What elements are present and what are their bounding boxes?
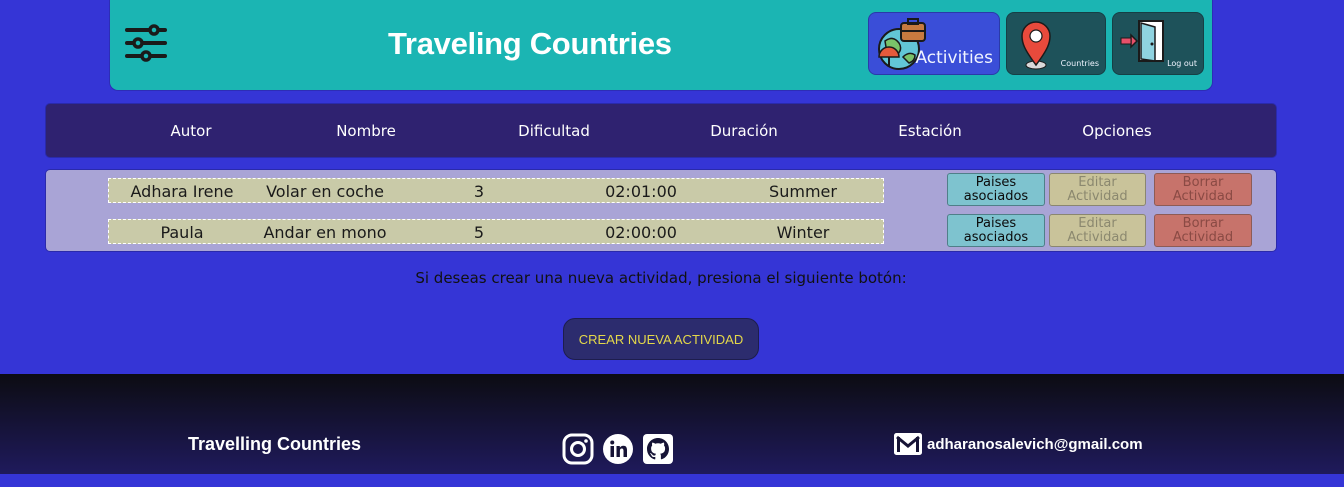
github-icon[interactable] <box>642 433 674 465</box>
cell-estacion: Summer <box>769 182 837 201</box>
nav-countries-label: Countries <box>1060 59 1099 68</box>
mail-icon <box>894 433 922 455</box>
column-header-duracion: Duración <box>710 122 778 140</box>
column-header-opciones: Opciones <box>1082 122 1152 140</box>
exit-door-icon <box>1120 20 1164 62</box>
table-header: Autor Nombre Dificultad Duración Estació… <box>46 104 1276 157</box>
nav-logout-label: Log out <box>1167 59 1197 68</box>
nav-activities-button[interactable]: Activities <box>868 12 1000 75</box>
footer: Travelling Countries adharanosalevich@gm… <box>0 374 1344 474</box>
column-header-estacion: Estación <box>898 122 962 140</box>
paises-asociados-button[interactable]: Paises asociados <box>947 214 1045 247</box>
cell-autor: Paula <box>160 223 204 242</box>
paises-label-line1: Paises <box>975 215 1017 231</box>
borrar-label-line2: Actividad <box>1172 229 1234 245</box>
nav-countries-button[interactable]: Countries <box>1006 12 1106 75</box>
cell-duracion: 02:00:00 <box>605 223 677 242</box>
editar-actividad-button[interactable]: Editar Actividad <box>1049 214 1146 247</box>
editar-actividad-button[interactable]: Editar Actividad <box>1049 173 1146 206</box>
create-activity-hint: Si deseas crear una nueva actividad, pre… <box>415 269 907 287</box>
header: Traveling Countries Activities Countries <box>110 0 1212 90</box>
location-pin-icon <box>1021 21 1051 70</box>
nav-activities-label: Activities <box>915 48 993 68</box>
cell-dificultad: 3 <box>473 182 485 201</box>
column-header-dificultad: Dificultad <box>518 122 590 140</box>
borrar-label-line1: Borrar <box>1182 215 1224 231</box>
instagram-icon[interactable] <box>562 433 594 465</box>
linkedin-icon[interactable] <box>602 433 634 465</box>
footer-title: Travelling Countries <box>188 434 362 454</box>
cell-autor: Adhara Irene <box>130 182 234 201</box>
editar-label-line2: Actividad <box>1067 229 1128 245</box>
paises-label-line2: asociados <box>963 229 1029 245</box>
cell-duracion: 02:01:00 <box>605 182 677 201</box>
sliders-icon[interactable] <box>124 22 168 64</box>
editar-label-line1: Editar <box>1078 174 1117 190</box>
cell-nombre: Volar en coche <box>266 182 384 201</box>
nav-logout-button[interactable]: Log out <box>1112 12 1204 75</box>
table-row: Paula Andar en mono 5 02:00:00 Winter <box>108 219 884 244</box>
cell-estacion: Winter <box>776 223 830 242</box>
paises-label-line2: asociados <box>963 188 1029 204</box>
create-activity-button[interactable]: CREAR NUEVA ACTIVIDAD <box>563 318 759 360</box>
column-header-autor: Autor <box>170 122 212 140</box>
cell-nombre: Andar en mono <box>263 223 387 242</box>
page-title: Traveling Countries <box>388 26 672 61</box>
borrar-actividad-button[interactable]: Borrar Actividad <box>1154 214 1252 247</box>
borrar-label-line2: Actividad <box>1172 188 1234 204</box>
borrar-actividad-button[interactable]: Borrar Actividad <box>1154 173 1252 206</box>
paises-label-line1: Paises <box>975 174 1017 190</box>
borrar-label-line1: Borrar <box>1182 174 1224 190</box>
table-body: Adhara Irene Volar en coche 3 02:01:00 S… <box>46 170 1276 251</box>
column-header-nombre: Nombre <box>336 122 396 140</box>
paises-asociados-button[interactable]: Paises asociados <box>947 173 1045 206</box>
cell-dificultad: 5 <box>473 223 485 242</box>
footer-email[interactable]: adharanosalevich@gmail.com <box>927 436 1143 453</box>
editar-label-line2: Actividad <box>1067 188 1128 204</box>
table-row: Adhara Irene Volar en coche 3 02:01:00 S… <box>108 178 884 203</box>
editar-label-line1: Editar <box>1078 215 1117 231</box>
